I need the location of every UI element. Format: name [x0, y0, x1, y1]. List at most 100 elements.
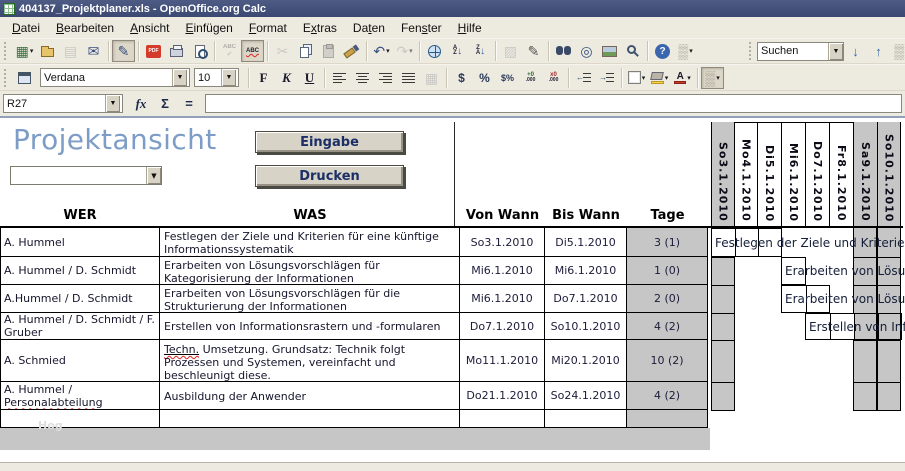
currency-format-button[interactable]: $	[450, 67, 473, 89]
sort-ascending-button[interactable]: A Z ↓	[446, 40, 469, 62]
function-button[interactable]: =	[177, 96, 201, 111]
menu-einfuegen[interactable]: Einfügen	[177, 18, 240, 38]
align-left-button[interactable]	[328, 67, 351, 89]
cell-bis[interactable]	[545, 410, 627, 427]
format-paintbrush-button[interactable]	[340, 40, 363, 62]
help-button[interactable]: ?	[651, 40, 674, 62]
cell-was[interactable]: Festlegen der Ziele und Kriterien für ei…	[160, 228, 460, 256]
header-was[interactable]: WAS	[160, 205, 460, 226]
find-previous-button[interactable]: ↑	[867, 40, 890, 62]
title-bar[interactable]: 404137_Projektplaner.xls - OpenOffice.or…	[0, 0, 905, 17]
day-header-mo4[interactable]: Mo4.1.2010	[734, 122, 757, 226]
cell-was[interactable]: Techn. Umsetzung. Grundsatz: Technik fol…	[160, 340, 460, 381]
function-wizard-button[interactable]: fx	[129, 96, 153, 112]
print-button[interactable]	[165, 40, 188, 62]
cell-was[interactable]	[160, 410, 460, 427]
day-header-sa9[interactable]: Sa9.1.2010	[853, 122, 877, 226]
eingabe-button[interactable]: Eingabe	[255, 131, 404, 153]
undo-button[interactable]: ↶ ▾	[370, 40, 393, 62]
visible-buttons-button[interactable]: ▒ ▾	[674, 40, 697, 62]
delete-decimal-button[interactable]: x0.000	[542, 67, 565, 89]
cell-wer[interactable]: A.Hummel / D. Schmidt	[1, 285, 160, 312]
cell-bis[interactable]: So24.1.2010	[545, 382, 627, 409]
cell-bis[interactable]: Do7.1.2010	[545, 285, 627, 312]
cell-tage[interactable]: 10 (2)	[627, 340, 708, 381]
cell-wer[interactable]: A. Hummel	[1, 228, 160, 256]
new-document-button[interactable]: ▦ ▾	[13, 40, 36, 62]
day-header-mi6[interactable]: Mi6.1.2010	[781, 122, 805, 226]
sum-button[interactable]: Σ	[153, 96, 177, 111]
styles-button[interactable]	[13, 67, 36, 89]
menu-hilfe[interactable]: Hilfe	[450, 18, 490, 38]
navigator-button[interactable]: ◎	[575, 40, 598, 62]
find-next-button[interactable]: ↓	[844, 40, 867, 62]
menu-fenster[interactable]: Fenster	[393, 18, 450, 38]
header-von-wann[interactable]: Von Wann	[460, 205, 545, 226]
day-header-di5[interactable]: Di5.1.2010	[757, 122, 781, 226]
toolbar-grip[interactable]	[4, 42, 9, 60]
toolbar-grip[interactable]	[749, 42, 753, 60]
cell-bis[interactable]: Di5.1.2010	[545, 228, 627, 256]
export-pdf-button[interactable]: PDF	[142, 40, 165, 62]
increase-indent-button[interactable]	[595, 67, 618, 89]
day-header-fr8[interactable]: Fr8.1.2010	[829, 122, 853, 226]
cell-bis[interactable]: So10.1.2010	[545, 313, 627, 339]
cell-wer[interactable]: A. Hummel / D. Schmidt / F. Gruber	[1, 313, 160, 339]
background-color-button[interactable]: ▾	[648, 67, 671, 89]
header-bis-wann[interactable]: Bis Wann	[545, 205, 627, 226]
menu-ansicht[interactable]: Ansicht	[122, 18, 177, 38]
menu-datei[interactable]: Datei	[4, 18, 48, 38]
align-justify-button[interactable]	[397, 67, 420, 89]
cell-tage[interactable]: 2 (0)	[627, 285, 708, 312]
font-size-dropdown-button[interactable]: ▼	[221, 69, 236, 86]
add-decimal-button[interactable]: +0.000	[519, 67, 542, 89]
search-input[interactable]	[758, 42, 828, 60]
draw-functions-button[interactable]: ✎	[522, 40, 545, 62]
input-line[interactable]	[205, 94, 902, 113]
cell-was[interactable]: Ausbildung der Anwender	[160, 382, 460, 409]
menu-format[interactable]: Format	[241, 18, 295, 38]
search-dropdown-button[interactable]: ▼	[828, 42, 843, 60]
header-tage[interactable]: Tage Sa/So)	[627, 205, 708, 244]
cell-von[interactable]: Do21.1.2010	[460, 382, 545, 409]
menu-extras[interactable]: Extras	[295, 18, 345, 38]
align-center-button[interactable]	[351, 67, 374, 89]
hyperlink-button[interactable]	[423, 40, 446, 62]
cell-von[interactable]	[460, 410, 545, 427]
font-name-dropdown-button[interactable]: ▼	[172, 69, 187, 86]
open-button[interactable]	[36, 40, 59, 62]
cell-wer[interactable]: A. Schmied	[1, 340, 160, 381]
decrease-indent-button[interactable]	[572, 67, 595, 89]
cell-was[interactable]: Erarbeiten von Lösungsvorschlägen für di…	[160, 285, 460, 312]
project-select-combo[interactable]: ▼	[10, 166, 162, 185]
cell-tage[interactable]: 3 (1)	[627, 228, 708, 256]
find-replace-button[interactable]	[552, 40, 575, 62]
sort-descending-button[interactable]: Z A ↓	[469, 40, 492, 62]
cell-von[interactable]: So3.1.2010	[460, 228, 545, 256]
font-name-input[interactable]	[41, 69, 172, 86]
page-preview-button[interactable]	[188, 40, 211, 62]
cell-wer[interactable]: A. Hummel / Personalabteilung	[1, 382, 160, 409]
name-box-dropdown-button[interactable]: ▼	[105, 95, 120, 112]
cell-bis[interactable]: Mi6.1.2010	[545, 257, 627, 284]
standard-format-button[interactable]: $%	[496, 67, 519, 89]
cell-wer[interactable]	[1, 410, 160, 427]
toolbar-overflow-button[interactable]: ▒▾	[890, 40, 905, 62]
align-right-button[interactable]	[374, 67, 397, 89]
cell-tage[interactable]: 4 (2)	[627, 382, 708, 409]
italic-button[interactable]: K	[275, 67, 298, 89]
cell-was[interactable]: Erstellen von Informationsrastern und -f…	[160, 313, 460, 339]
day-header-so3[interactable]: So3.1.2010	[711, 122, 734, 226]
cell-von[interactable]: Mi6.1.2010	[460, 285, 545, 312]
cell-tage[interactable]: 4 (2)	[627, 313, 708, 339]
bold-button[interactable]: F	[252, 67, 275, 89]
cell-von[interactable]: Mi6.1.2010	[460, 257, 545, 284]
cell-wer[interactable]: A. Hummel / D. Schmidt	[1, 257, 160, 284]
toolbar-overflow-button[interactable]: ▒▾	[701, 66, 724, 89]
toolbar-grip[interactable]	[4, 68, 9, 87]
autospellcheck-button[interactable]: ABC	[241, 40, 264, 62]
day-header-do7[interactable]: Do7.1.2010	[805, 122, 829, 226]
copy-button[interactable]	[294, 40, 317, 62]
menu-bearbeiten[interactable]: Bearbeiten	[48, 18, 122, 38]
edit-mode-button[interactable]: ✎	[112, 40, 135, 62]
